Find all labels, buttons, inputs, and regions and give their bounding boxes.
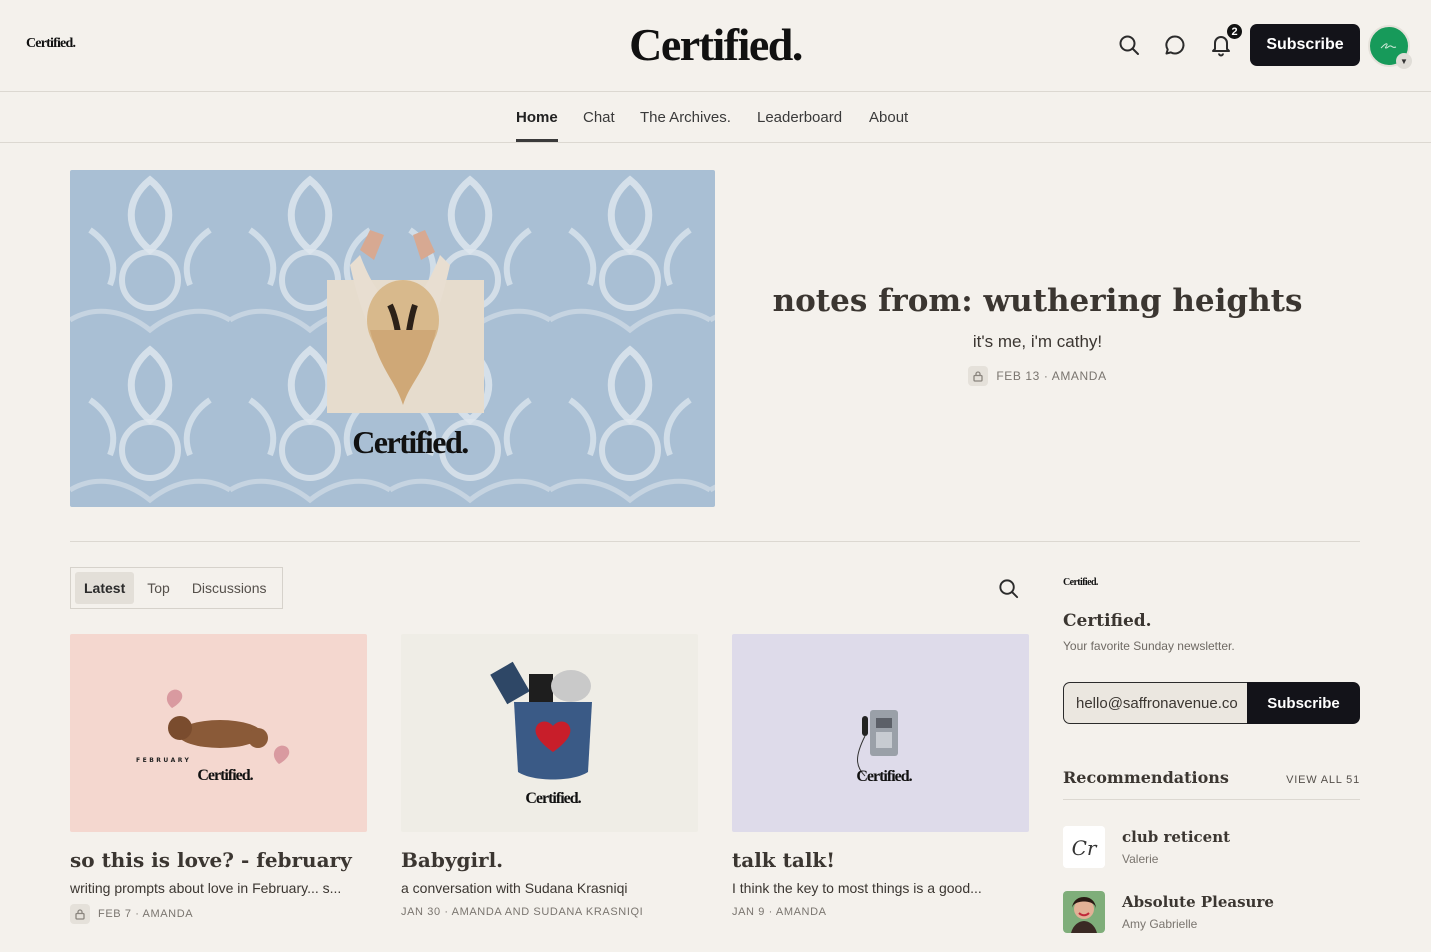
notification-count-badge: 2 [1225, 22, 1244, 41]
post-card[interactable]: Certified. talk talk! I think the key to… [732, 634, 1029, 918]
post-meta: FEB 7 · AMANDA [70, 904, 367, 924]
hero-image-caption: Certified. [352, 424, 468, 460]
feed-tabs: Latest Top Discussions [70, 567, 283, 609]
hero-post-meta: FEB 13 · AMANDA [760, 366, 1315, 386]
post-image-caption: Certified. [525, 790, 581, 807]
post-meta: JAN 9 · AMANDA [732, 906, 1029, 918]
recommendations-divider [1063, 799, 1360, 800]
recommendation-name[interactable]: club reticent [1122, 828, 1230, 846]
sidebar-logo: Certified. [1063, 577, 1098, 588]
post-image-caption: Certified. [856, 768, 912, 785]
post-image[interactable]: Certified. [401, 634, 698, 832]
nav-chat[interactable]: Chat [583, 109, 615, 126]
tab-latest[interactable]: Latest [75, 572, 135, 604]
sidebar-publication-name: Certified. [1063, 611, 1152, 631]
post-subtitle: writing prompts about love in February..… [70, 880, 342, 896]
sidebar-subscribe-button[interactable]: Subscribe [1247, 682, 1360, 724]
main-nav: Home Chat The Archives. Leaderboard Abou… [0, 92, 1431, 143]
post-date-author: JAN 9 · AMANDA [732, 906, 827, 918]
chat-bubble-icon[interactable] [1163, 33, 1187, 57]
post-meta: JAN 30 · AMANDA AND SUDANA KRASNIQI [401, 906, 698, 918]
lock-icon [70, 904, 90, 924]
recommendation-thumb-text: Cr [1072, 836, 1098, 860]
hero-post-title[interactable]: notes from: wuthering heights [760, 283, 1315, 319]
post-date-author: FEB 7 · AMANDA [98, 908, 194, 920]
post-subtitle: a conversation with Sudana Krasniqi [401, 880, 628, 896]
tab-discussions[interactable]: Discussions [183, 572, 276, 604]
post-image-label: FEBRUARY [136, 757, 191, 764]
recommendation-item[interactable]: Absolute Pleasure Amy Gabrielle [1063, 891, 1360, 935]
post-card[interactable]: Certified. Babygirl. a conversation with… [401, 634, 698, 918]
sidebar-description: Your favorite Sunday newsletter. [1063, 639, 1235, 653]
recommendation-thumbnail: Cr [1063, 826, 1105, 868]
top-bar: Certified. Certified. 2 Subscribe ▼ [0, 0, 1431, 92]
nav-about[interactable]: About [869, 109, 908, 126]
recommendation-author: Valerie [1122, 852, 1159, 866]
tab-top[interactable]: Top [138, 572, 179, 604]
post-artwork: Certified. [732, 634, 1029, 832]
post-title[interactable]: talk talk! [732, 848, 1029, 872]
recommendations-heading: Recommendations [1063, 768, 1229, 787]
recommendation-author: Amy Gabrielle [1122, 917, 1198, 931]
post-artwork: Certified. [401, 634, 698, 832]
post-title[interactable]: Babygirl. [401, 848, 698, 872]
hero-post-image[interactable]: Certified. [70, 170, 715, 507]
chevron-down-icon[interactable]: ▼ [1396, 53, 1412, 69]
recommendation-name[interactable]: Absolute Pleasure [1122, 893, 1274, 911]
post-title[interactable]: so this is love? - february [70, 848, 367, 872]
hero-post-subtitle: it's me, i'm cathy! [972, 332, 1103, 351]
lock-icon [968, 366, 989, 386]
nav-home[interactable]: Home [516, 109, 558, 126]
post-image[interactable]: FEBRUARY Certified. [70, 634, 367, 832]
section-divider [70, 541, 1360, 542]
recommendation-item[interactable]: Cr club reticent Valerie [1063, 826, 1360, 870]
subscribe-button[interactable]: Subscribe [1250, 24, 1360, 66]
post-artwork: FEBRUARY Certified. [70, 634, 367, 832]
feed-search-icon[interactable] [997, 577, 1020, 600]
nav-archives[interactable]: The Archives. [640, 109, 731, 126]
post-image[interactable]: Certified. [732, 634, 1029, 832]
hero-post-date-author: FEB 13 · AMANDA [996, 369, 1107, 383]
post-date-author: JAN 30 · AMANDA AND SUDANA KRASNIQI [401, 906, 644, 918]
view-all-recommendations-link[interactable]: VIEW ALL 51 [1250, 774, 1360, 786]
post-subtitle: I think the key to most things is a good… [732, 880, 982, 896]
recommendation-thumbnail [1063, 891, 1105, 933]
active-nav-indicator [516, 139, 558, 142]
search-icon[interactable] [1117, 33, 1141, 57]
nav-leaderboard[interactable]: Leaderboard [757, 109, 842, 126]
email-field[interactable] [1063, 682, 1250, 724]
hero-artwork: Certified. [70, 170, 715, 507]
post-image-caption: Certified. [197, 767, 253, 784]
post-card[interactable]: FEBRUARY Certified. so this is love? - f… [70, 634, 367, 924]
